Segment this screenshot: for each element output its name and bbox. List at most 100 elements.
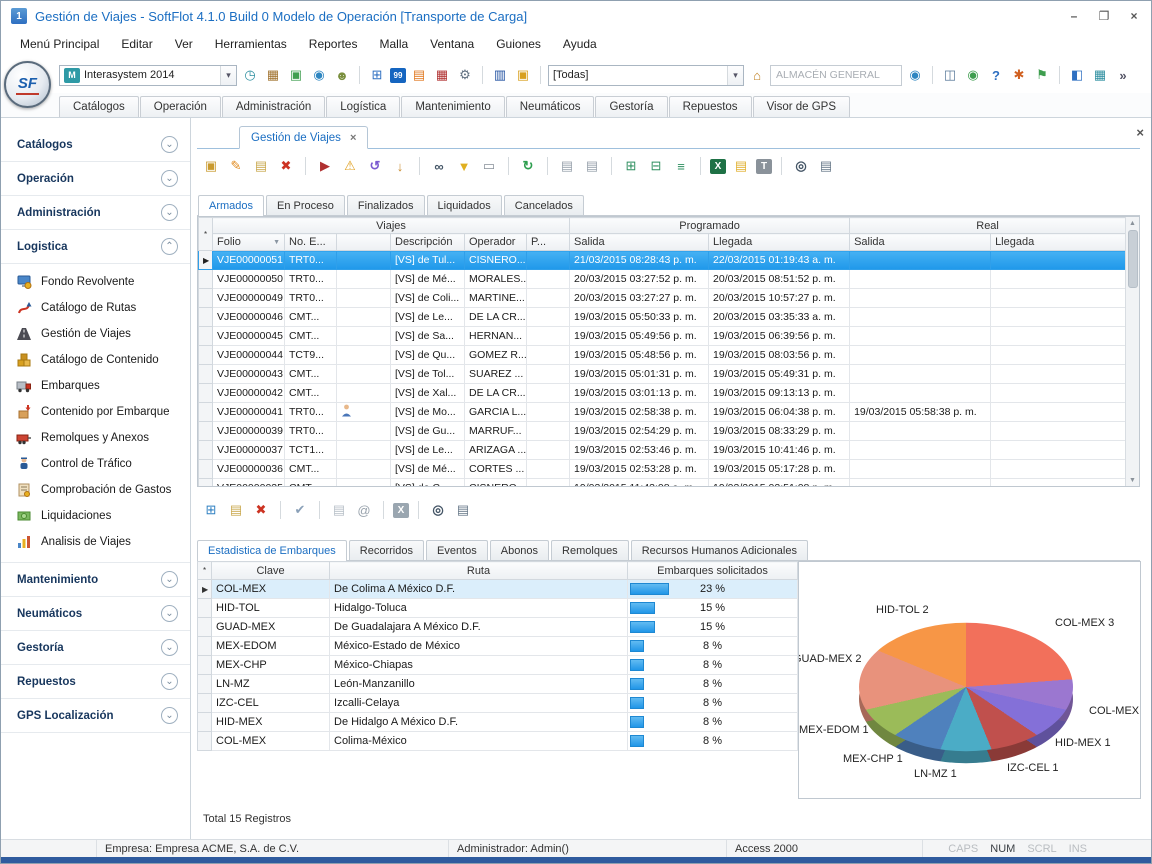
trip-row[interactable]: VJE00000039 TRT0... [VS] de Gu... MARRUF...… (198, 421, 1127, 441)
sidebar-item-fondo-revolvente[interactable]: Fondo Revolvente (1, 269, 190, 295)
document-icon[interactable]: ▤ (557, 156, 577, 176)
route-row[interactable]: HID-TOL Hidalgo-Toluca 15 % (197, 598, 798, 618)
chevron-down-icon[interactable]: ⌄ (161, 707, 178, 724)
trip-row[interactable]: VJE00000046 CMT... [VS] de Le... DE LA CR..… (198, 307, 1127, 327)
web-add-icon[interactable]: ◉ (963, 65, 983, 85)
scroll-up-icon[interactable]: ▲ (1126, 217, 1139, 229)
attach-icon[interactable]: @ (354, 500, 374, 520)
refresh-icon[interactable]: ↻ (518, 156, 538, 176)
trip-row[interactable]: VJE00000049 TRT0... [VS] de Coli... MARTINE… (198, 288, 1127, 308)
tab-en-proceso[interactable]: En Proceso (266, 195, 345, 215)
chevron-down-icon[interactable]: ⌄ (161, 673, 178, 690)
column-header-no-e[interactable]: No. E... (284, 233, 337, 251)
menu-item-ayuda[interactable]: Ayuda (552, 33, 608, 55)
tab-armados[interactable]: Armados (198, 195, 265, 216)
txt-icon[interactable]: T (756, 158, 772, 174)
excel-gray-icon[interactable]: X (393, 502, 409, 518)
route-row[interactable]: GUAD-MEX De Guadalajara A México D.F. 15 % (197, 617, 798, 637)
sidebar-item-control-de-trafico[interactable]: Control de Tráfico (1, 451, 190, 477)
softflot-logo[interactable]: SF (4, 61, 51, 108)
folder-icon[interactable]: ▣ (513, 65, 533, 85)
tab-estadistica-de-embarques[interactable]: Estadistica de Embarques (197, 540, 347, 561)
more-icon[interactable]: » (1113, 65, 1133, 85)
view-record-icon[interactable]: ▤ (226, 500, 246, 520)
menu-item-ver[interactable]: Ver (164, 33, 204, 55)
route-row[interactable]: ▶ COL-MEX De Colima A México D.F. 23 % (197, 579, 798, 599)
warning-icon[interactable]: ⚠ (340, 156, 360, 176)
route-row[interactable]: MEX-EDOM México-Estado de México 8 % (197, 636, 798, 656)
chevron-down-icon[interactable]: ▾ (727, 65, 743, 85)
trip-row[interactable]: VJE00000045 CMT... [VS] de Sa... HERNAN... 1… (198, 326, 1127, 346)
column-header-salida[interactable]: Salida (849, 233, 992, 251)
document-icon[interactable]: ▤ (582, 156, 602, 176)
ninety-nine-icon[interactable]: 99 (390, 67, 406, 83)
edit-icon[interactable]: ✎ (226, 156, 246, 176)
column-header-ruta[interactable]: Ruta (329, 561, 628, 580)
route-filter-combo[interactable]: [Todas] ▾ (548, 64, 744, 86)
binoculars-icon[interactable]: ∞ (429, 156, 449, 176)
help-icon[interactable]: ? (986, 65, 1006, 85)
print-icon[interactable]: ▤ (453, 500, 473, 520)
delete-icon[interactable]: ✖ (276, 156, 296, 176)
column-header-folio[interactable]: Folio ▼ (212, 233, 285, 251)
tab-close-icon[interactable]: × (350, 132, 356, 144)
zoom-icon[interactable]: ◎ (791, 156, 811, 176)
sidebar-section-repuestos[interactable]: Repuestos ⌄ (1, 665, 190, 699)
ribbon-tab-catalogos[interactable]: Catálogos (59, 96, 139, 117)
sidebar-item-analisis-de-viajes[interactable]: Analisis de Viajes (1, 529, 190, 555)
column-header-icon[interactable] (336, 233, 391, 251)
route-row[interactable]: IZC-CEL Izcalli-Celaya 8 % (197, 693, 798, 713)
ribbon-tab-operacion[interactable]: Operación (139, 96, 221, 117)
tree-collapse-icon[interactable]: ⊟ (646, 156, 666, 176)
sidebar-section-gestoria[interactable]: Gestoría ⌄ (1, 631, 190, 665)
sidebar-section-logistica[interactable]: Logistica ⌃ (1, 230, 190, 264)
chevron-down-icon[interactable]: ⌄ (161, 605, 178, 622)
column-header-clave[interactable]: Clave (211, 561, 330, 580)
new-document-icon[interactable]: ⊞ (367, 65, 387, 85)
chevron-down-icon[interactable]: ⌄ (161, 170, 178, 187)
clock-icon[interactable]: ◷ (240, 65, 260, 85)
chevron-down-icon[interactable]: ⌄ (161, 204, 178, 221)
delete-record-icon[interactable]: ✖ (251, 500, 271, 520)
tab-eventos[interactable]: Eventos (425, 540, 488, 560)
tab-remolques[interactable]: Remolques (551, 540, 629, 560)
trip-row[interactable]: VJE00000042 CMT... [VS] de Xal... DE LA CR.… (198, 383, 1127, 403)
trip-row[interactable]: VJE00000043 CMT... [VS] de Tol... SUAREZ ..… (198, 364, 1127, 384)
route-row[interactable]: HID-MEX De Hidalgo A México D.F. 8 % (197, 712, 798, 732)
sidebar-item-liquidaciones[interactable]: Liquidaciones (1, 503, 190, 529)
menu-item-editar[interactable]: Editar (110, 33, 163, 55)
trip-row[interactable]: VJE00000037 TCT1... [VS] de Le... ARIZAGA .… (198, 440, 1127, 460)
trip-row[interactable]: ▶ VJE00000051 TRT0... [VS] de Tul... CISNERO… (198, 250, 1127, 270)
monitor-icon[interactable]: ◧ (1067, 65, 1087, 85)
measure-icon[interactable]: ▭ (479, 156, 499, 176)
column-header-llegada[interactable]: Llegada (708, 233, 851, 251)
ribbon-tab-logistica[interactable]: Logística (326, 96, 401, 117)
column-header-embarques[interactable]: Embarques solicitados (627, 561, 798, 580)
chevron-down-icon[interactable]: ⌄ (161, 136, 178, 153)
confirm-icon[interactable]: ✔ (290, 500, 310, 520)
sidebar-section-catalogos[interactable]: Catálogos ⌄ (1, 128, 190, 162)
column-header-salida[interactable]: Salida (569, 233, 710, 251)
print-icon[interactable]: ▤ (816, 156, 836, 176)
trip-new-icon[interactable]: ▣ (201, 156, 221, 176)
sidebar-section-gps-localizacion[interactable]: GPS Localización ⌄ (1, 699, 190, 733)
trip-row[interactable]: VJE00000036 CMT... [VS] de Mé... CORTES ...… (198, 459, 1127, 479)
tab-recursos-humanos-adicionales[interactable]: Recursos Humanos Adicionales (630, 540, 808, 560)
sidebar-section-operacion[interactable]: Operación ⌄ (1, 162, 190, 196)
column-header-p[interactable]: P... (525, 233, 571, 251)
tab-recorridos[interactable]: Recorridos (348, 540, 424, 560)
sidebar-item-catalogo-de-rutas[interactable]: Catálogo de Rutas (1, 295, 190, 321)
company-combo[interactable]: M Interasystem 2014 ▾ (59, 64, 237, 86)
excel-icon[interactable]: X (710, 158, 726, 174)
network-icon[interactable]: ▦ (1090, 65, 1110, 85)
calendar-icon[interactable]: ▦ (432, 65, 452, 85)
chevron-down-icon[interactable]: ▾ (220, 65, 236, 85)
column-header-operador[interactable]: Operador (464, 233, 527, 251)
tree-levels-icon[interactable]: ≡ (671, 156, 691, 176)
add-record-icon[interactable]: ⊞ (201, 500, 221, 520)
column-header-llegada[interactable]: Llegada (990, 233, 1127, 251)
minimize-icon[interactable]: – (1067, 9, 1081, 23)
tab-cancelados[interactable]: Cancelados (503, 195, 584, 215)
menu-item-malla[interactable]: Malla (368, 33, 419, 55)
ribbon-tab-mantenimiento[interactable]: Mantenimiento (401, 96, 505, 117)
